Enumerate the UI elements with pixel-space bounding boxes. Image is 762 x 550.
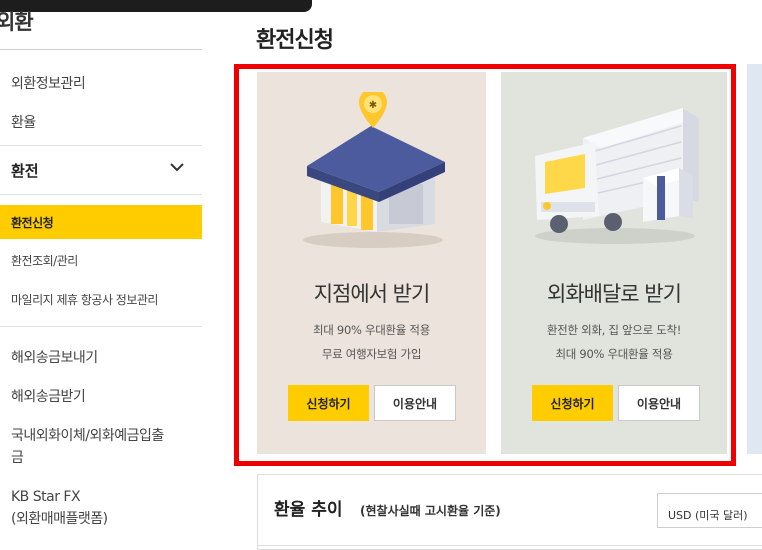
sidebar-item-domestic-fx-transfer[interactable]: 국내외화이체/외화예금입출 금 (11, 425, 164, 469)
page-title: 환전신청 (256, 28, 334, 53)
next-card-edge (747, 64, 762, 454)
sidebar-title-divider (0, 49, 202, 50)
sidebar-item-receive-remittance[interactable]: 해외송금받기 (11, 386, 86, 406)
svg-text:✱: ✱ (369, 100, 377, 111)
sidebar-item-kb-star-fx[interactable]: KB Star FX (외환매매플랫폼) (11, 486, 108, 530)
chevron-down-icon (170, 163, 184, 172)
sidebar-subitem-exchange-inquiry[interactable]: 환전조회/관리 (11, 252, 78, 269)
sidebar-subitem-exchange-apply[interactable]: 환전신청 (0, 205, 202, 239)
sidebar-divider (0, 326, 202, 327)
card-heading: 외화배달로 받기 (547, 282, 682, 306)
sidebar-item-label-line1: 국내외화이체/외화예금입출 (11, 428, 164, 444)
apply-button[interactable]: 신청하기 (288, 385, 369, 421)
bank-building-icon: ✱ (303, 92, 445, 248)
card-desc-line: 무료 여행자보험 가입 (321, 347, 422, 361)
apply-button[interactable]: 신청하기 (532, 385, 613, 421)
trend-subtitle: (현찰사실때 고시환율 기준) (360, 504, 501, 518)
card-branch-pickup: ✱ 지점에서 받기 최대 90% 우대환율 적용 무료 여행자보험 가입 신청하… (257, 72, 486, 454)
sidebar-group-exchange[interactable]: 환전 (0, 146, 202, 194)
card-desc-line: 환전한 외화, 집 앞으로 도착! (546, 323, 682, 337)
sidebar-divider (0, 194, 202, 195)
sidebar-group-label: 환전 (11, 162, 39, 180)
sidebar: 외환 외환정보관리 환율 환전 환전신청 환전조회/관리 마일리지 제휴 항공사… (0, 0, 202, 550)
sidebar-item-label-line2: 금 (11, 450, 24, 466)
sidebar-item-exchange-rate[interactable]: 환율 (11, 112, 36, 132)
sidebar-title: 외환 (0, 10, 34, 34)
sidebar-item-label-line1: KB Star FX (11, 489, 81, 505)
sidebar-item-fx-info[interactable]: 외환정보관리 (11, 73, 86, 93)
card-heading: 지점에서 받기 (313, 282, 431, 306)
card-desc-line: 최대 90% 우대환율 적용 (313, 323, 430, 337)
guide-button[interactable]: 이용안내 (374, 385, 456, 421)
card-desc-line: 최대 90% 우대환율 적용 (555, 347, 673, 361)
sidebar-item-send-remittance[interactable]: 해외송금보내기 (11, 347, 98, 367)
sidebar-item-label-line2: (외환매매플랫폼) (11, 511, 108, 527)
currency-select[interactable]: USD (미국 달러) (657, 493, 762, 528)
delivery-truck-icon (535, 108, 699, 244)
sidebar-subitem-label: 환전신청 (11, 216, 54, 230)
trend-title: 환율 추이 (274, 500, 343, 520)
sidebar-subitem-mileage-airline[interactable]: 마일리지 제휴 항공사 정보관리 (11, 291, 158, 308)
trend-divider (257, 545, 762, 546)
guide-button[interactable]: 이용안내 (618, 385, 700, 421)
card-fx-delivery: 외화배달로 받기 환전한 외화, 집 앞으로 도착! 최대 90% 우대환율 적… (501, 72, 727, 454)
